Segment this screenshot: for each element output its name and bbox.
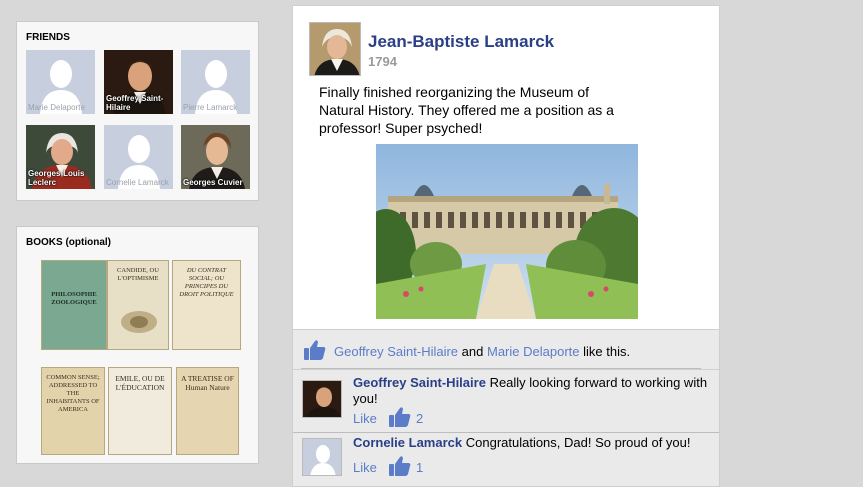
commenter-avatar[interactable] (302, 380, 342, 418)
post-date: 1794 (368, 54, 397, 69)
book-cover[interactable]: COMMON SENSE; ADDRESSED TO THE INHABITAN… (41, 367, 105, 455)
post-text: Finally finished reorganizing the Museum… (319, 84, 614, 136)
friend-cornelie-lamarck[interactable]: Cornelie Lamarck (104, 125, 173, 189)
book-title: DU CONTRAT SOCIAL; OU PRINCIPES DU DROIT… (179, 267, 234, 298)
friend-marie-delaporte[interactable]: Marie Delaporte (26, 50, 95, 114)
book-cover[interactable]: DU CONTRAT SOCIAL; OU PRINCIPES DU DROIT… (172, 260, 241, 350)
friend-name: Geoffrey Saint-Hilaire (106, 94, 164, 112)
friend-pierre-lamarck[interactable]: Pierre Lamarck (181, 50, 250, 114)
comment-text: Geoffrey Saint-Hilaire Really looking fo… (353, 375, 713, 407)
thumbs-up-icon (304, 340, 326, 360)
comments-divider (301, 368, 701, 369)
books-panel: BOOKS (optional) PHILOSOPHIE ZOOLOGIQUE … (16, 226, 259, 464)
post-author-name[interactable]: Jean-Baptiste Lamarck (368, 32, 554, 52)
comments-divider (293, 432, 719, 433)
friend-name: Marie Delaporte (28, 103, 85, 112)
thumbs-up-icon (389, 456, 411, 476)
book-title: A TREATISE OF Human Nature (181, 374, 234, 392)
books-title: BOOKS (optional) (26, 237, 111, 248)
book-cover[interactable]: A TREATISE OF Human Nature (176, 367, 239, 455)
friend-georges-cuvier[interactable]: Georges Cuvier (181, 125, 250, 189)
comment-author[interactable]: Geoffrey Saint-Hilaire (353, 375, 486, 390)
friend-geoffrey-saint-hilaire[interactable]: Geoffrey Saint-Hilaire (104, 50, 173, 114)
like-count: 2 (416, 411, 424, 426)
like-count: 1 (416, 460, 424, 475)
default-avatar-icon (303, 439, 341, 475)
like-button[interactable]: Like (353, 460, 377, 475)
book-cover[interactable]: PHILOSOPHIE ZOOLOGIQUE (41, 260, 107, 350)
book-title: EMILE, OU DE L'ÉDUCATION (115, 374, 165, 392)
friend-georges-louis-leclerc[interactable]: Georges-Louis Leclerc (26, 125, 95, 189)
book-title: PHILOSOPHIE ZOOLOGIQUE (51, 291, 97, 306)
friend-name: Georges-Louis Leclerc (28, 169, 85, 187)
comment-author[interactable]: Cornelie Lamarck (353, 435, 462, 450)
post-card: Jean-Baptiste Lamarck 1794 Finally finis… (292, 5, 720, 330)
book-cover[interactable]: CANDIDE, OU L'OPTIMISME (107, 260, 169, 350)
liker-link[interactable]: Marie Delaporte (487, 344, 580, 359)
book-title: COMMON SENSE; ADDRESSED TO THE INHABITAN… (46, 374, 100, 413)
book-cover[interactable]: EMILE, OU DE L'ÉDUCATION (108, 367, 172, 455)
likes-summary: Geoffrey Saint-Hilaire and Marie Delapor… (334, 344, 630, 359)
thumbs-up-icon (389, 407, 411, 427)
friend-name: Georges Cuvier (183, 178, 243, 187)
post-photo[interactable] (376, 144, 638, 319)
author-avatar[interactable] (309, 22, 361, 76)
friend-name: Pierre Lamarck (183, 103, 238, 112)
commenter-avatar[interactable] (302, 438, 342, 476)
liker-link[interactable]: Geoffrey Saint-Hilaire (334, 344, 458, 359)
likes-suffix: like this. (583, 344, 631, 359)
comments-section: Geoffrey Saint-Hilaire Really looking fo… (292, 368, 720, 487)
likes-connector: and (461, 344, 484, 359)
book-title: CANDIDE, OU L'OPTIMISME (117, 267, 159, 282)
book-ornament-icon (121, 311, 157, 333)
friend-name: Cornelie Lamarck (106, 178, 169, 187)
likes-bar: Geoffrey Saint-Hilaire and Marie Delapor… (292, 330, 720, 370)
comment-message: Congratulations, Dad! So proud of you! (465, 435, 691, 450)
like-button[interactable]: Like (353, 411, 377, 426)
friends-title: FRIENDS (26, 32, 70, 43)
friends-panel: FRIENDS Marie Delaporte Geoffrey Saint-H… (16, 21, 259, 201)
comment-text: Cornelie Lamarck Congratulations, Dad! S… (353, 435, 713, 451)
